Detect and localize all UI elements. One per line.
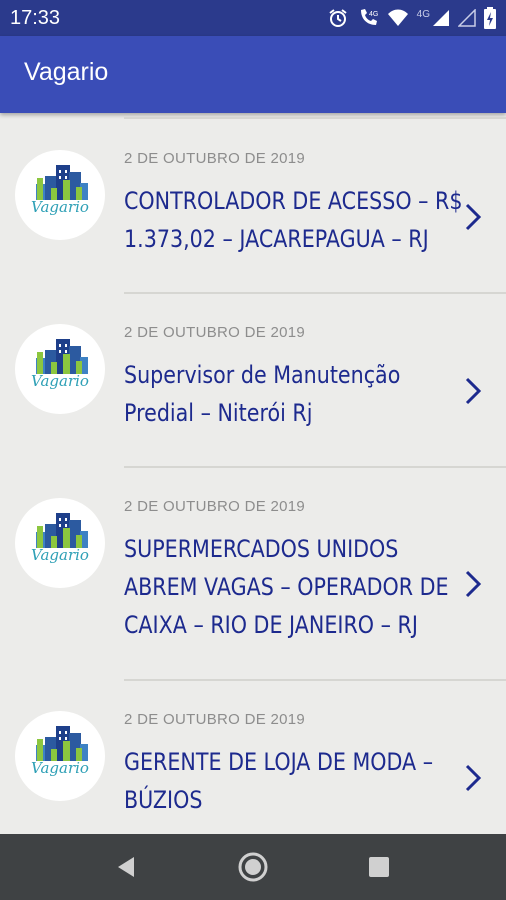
buildings-logo-icon (36, 726, 88, 761)
list-item[interactable]: Vagario 2 DE OUTUBRO DE 2019 GERENTE DE … (0, 680, 506, 834)
post-date: 2 DE OUTUBRO DE 2019 (124, 498, 306, 515)
app-title: Vagario (24, 58, 109, 86)
vagario-logo: Vagario (15, 150, 105, 240)
status-time: 17:33 (10, 7, 61, 29)
post-title-line: BÚZIOS (124, 786, 203, 814)
buildings-logo-icon (36, 339, 88, 374)
post-list[interactable]: Vagario 2 DE OUTUBRO DE 2019 CONTROLADOR… (0, 113, 506, 834)
post-title[interactable]: Supervisor de Manutenção Predial – Niter… (124, 356, 408, 432)
post-title[interactable]: CONTROLADOR DE ACESSO – R$ 1.373,02 – JA… (124, 182, 463, 258)
logo-text: Vagario (31, 372, 89, 390)
logo-text: Vagario (31, 546, 89, 564)
buildings-logo-icon (36, 165, 88, 200)
status-icons: 4G 4G (327, 6, 496, 30)
post-date: 2 DE OUTUBRO DE 2019 (124, 150, 306, 167)
status-bar: 17:33 4G 4G (0, 0, 506, 36)
list-item[interactable]: Vagario 2 DE OUTUBRO DE 2019 CONTROLADOR… (0, 113, 506, 293)
cell-signal-icon (432, 9, 450, 27)
post-date: 2 DE OUTUBRO DE 2019 (124, 324, 306, 341)
chevron-right-icon (465, 570, 482, 598)
post-date: 2 DE OUTUBRO DE 2019 (124, 711, 306, 728)
post-title-line: Predial – Niterói Rj (124, 399, 313, 427)
recents-icon[interactable] (366, 854, 392, 880)
logo-text: Vagario (31, 198, 89, 216)
buildings-logo-icon (36, 513, 88, 548)
wifi-icon (387, 8, 409, 28)
alarm-icon (327, 7, 349, 29)
post-title-line: 1.373,02 – JACAREPAGUA – RJ (124, 225, 429, 253)
post-title-line: CAIXA – RIO DE JANEIRO – RJ (124, 611, 418, 639)
post-title-line: Supervisor de Manutenção (124, 361, 401, 389)
list-item[interactable]: Vagario 2 DE OUTUBRO DE 2019 SUPERMERCAD… (0, 467, 506, 679)
post-title-line: CONTROLADOR DE ACESSO – R$ (124, 187, 463, 215)
battery-charging-icon (484, 7, 496, 29)
post-title-line: GERENTE DE LOJA DE MODA – (124, 748, 434, 776)
list-item[interactable]: Vagario 2 DE OUTUBRO DE 2019 Supervisor … (0, 293, 506, 467)
post-title-line: SUPERMERCADOS UNIDOS (124, 535, 399, 563)
chevron-right-icon (465, 764, 482, 792)
vagario-logo: Vagario (15, 324, 105, 414)
network-type-label: 4G (416, 8, 430, 20)
svg-text:4G: 4G (369, 11, 378, 18)
cell-signal-empty-icon (458, 9, 476, 27)
post-title-line: ABREM VAGAS – OPERADOR DE (124, 573, 449, 601)
post-title[interactable]: GERENTE DE LOJA DE MODA – BÚZIOS (124, 743, 434, 819)
vagario-logo: Vagario (15, 711, 105, 801)
chevron-right-icon (465, 377, 482, 405)
vagario-logo: Vagario (15, 498, 105, 588)
app-bar: Vagario (0, 36, 506, 113)
back-icon[interactable] (112, 853, 140, 881)
logo-text: Vagario (31, 759, 89, 777)
home-icon[interactable] (237, 851, 269, 883)
navigation-bar (0, 834, 506, 900)
chevron-right-icon (465, 203, 482, 231)
volte-call-icon: 4G (357, 7, 379, 29)
post-title[interactable]: SUPERMERCADOS UNIDOS ABREM VAGAS – OPERA… (124, 530, 449, 644)
